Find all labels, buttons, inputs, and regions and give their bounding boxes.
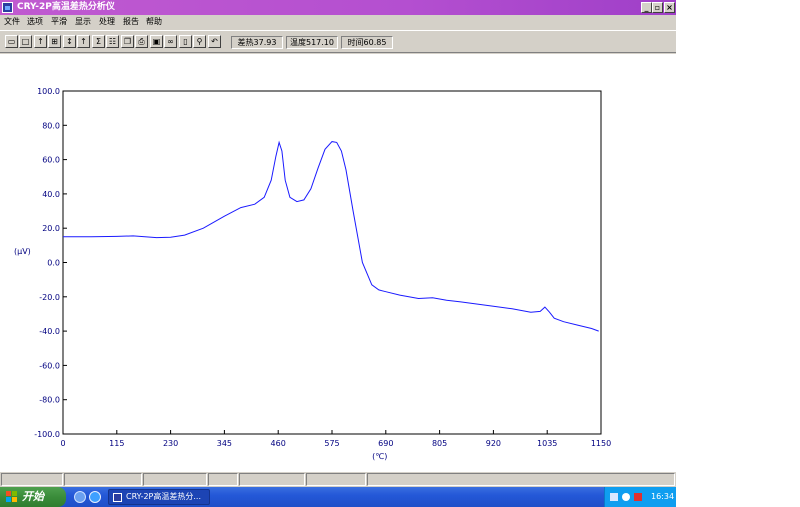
menu-help[interactable]: 帮助 — [146, 16, 162, 28]
y-tick-label: 80.0 — [42, 121, 60, 130]
arrow-up-alt-icon[interactable]: ↑ — [77, 35, 90, 48]
x-tick-label: 575 — [324, 439, 339, 448]
status-panel — [1, 473, 63, 486]
save-icon[interactable]: ▣ — [150, 35, 163, 48]
grid-icon[interactable]: ☷ — [106, 35, 119, 48]
status-panel — [239, 473, 305, 486]
binoculars-icon[interactable]: ∞ — [164, 35, 177, 48]
diff-heat-readout: 差热37.93 — [231, 36, 283, 49]
window-title: CRY-2P高温差热分析仪 — [17, 2, 115, 12]
status-panel — [306, 473, 366, 486]
menu-report[interactable]: 报告 — [123, 16, 139, 28]
network-icon[interactable] — [610, 493, 618, 501]
x-tick-label: 690 — [378, 439, 393, 448]
start-button[interactable]: 开始 — [0, 487, 66, 507]
y-tick-label: -40.0 — [39, 327, 60, 336]
minimize-button[interactable]: _ — [641, 2, 652, 13]
app-icon[interactable] — [2, 2, 13, 13]
x-tick-label: 0 — [60, 439, 65, 448]
x-axis-label: (℃) — [372, 452, 387, 461]
taskbar: 开始 CRY-2P高温差热分... 16:34 — [0, 487, 676, 507]
y-tick-label: -20.0 — [39, 293, 60, 302]
close-button[interactable]: × — [664, 2, 675, 13]
menu-options[interactable]: 选项 — [27, 16, 43, 28]
undo-icon[interactable]: ↶ — [208, 35, 221, 48]
open-folder-icon[interactable]: ▭ — [5, 35, 18, 48]
x-tick-label: 115 — [109, 439, 124, 448]
arrow-up-down-icon[interactable]: ↕ — [63, 35, 76, 48]
volume-icon[interactable] — [622, 493, 630, 501]
clock: 16:34 — [651, 492, 675, 501]
y-tick-label: 60.0 — [42, 156, 60, 165]
y-tick-label: -100.0 — [34, 430, 60, 439]
x-tick-label: 805 — [432, 439, 447, 448]
system-tray: 16:34 — [604, 487, 676, 507]
x-tick-label: 460 — [271, 439, 286, 448]
status-panel — [64, 473, 142, 486]
x-tick-label: 345 — [217, 439, 232, 448]
window-icon[interactable]: □ — [19, 35, 32, 48]
print-icon[interactable]: ⎙ — [135, 35, 148, 48]
restore-button[interactable]: ▫ — [652, 2, 663, 13]
x-tick-label: 920 — [486, 439, 501, 448]
status-bar — [0, 472, 676, 487]
status-panel — [143, 473, 207, 486]
y-tick-label: 100.0 — [37, 87, 60, 96]
security-alert-icon[interactable] — [634, 493, 642, 501]
chart-icon[interactable]: ⊞ — [48, 35, 61, 48]
windows-logo-icon — [6, 491, 17, 502]
time-readout: 时间60.85 — [341, 36, 393, 49]
y-tick-label: -80.0 — [39, 396, 60, 405]
copy-icon[interactable]: ❐ — [121, 35, 134, 48]
sigma-icon[interactable]: Σ — [92, 35, 105, 48]
x-tick-label: 1035 — [537, 439, 557, 448]
zoom-icon[interactable]: ⚲ — [193, 35, 206, 48]
y-tick-label: -60.0 — [39, 361, 60, 370]
x-tick-label: 230 — [163, 439, 178, 448]
menu-smooth[interactable]: 平滑 — [51, 16, 67, 28]
arrow-up-icon[interactable]: ↑ — [34, 35, 47, 48]
y-axis-label: (μV) — [14, 247, 31, 256]
app-icon — [113, 493, 122, 502]
x-tick-label: 1150 — [591, 439, 611, 448]
menu-process[interactable]: 处理 — [99, 16, 115, 28]
page-icon[interactable]: ▯ — [179, 35, 192, 48]
start-label: 开始 — [22, 490, 44, 503]
menu-display[interactable]: 显示 — [75, 16, 91, 28]
dta-chart: 100.0 80.0 60.0 40.0 20.0 0.0 -20.0 -40.0 -60.0 -… — [14, 87, 611, 461]
status-panel — [208, 473, 238, 486]
menu-file[interactable]: 文件 — [4, 16, 20, 28]
temperature-readout: 温度517.10 — [286, 36, 338, 49]
title-bar[interactable]: CRY-2P高温差热分析仪 _ ▫ × — [0, 0, 676, 15]
y-tick-label: 40.0 — [42, 190, 60, 199]
quick-launch-icon[interactable] — [74, 491, 86, 503]
internet-explorer-icon[interactable] — [89, 491, 101, 503]
taskbar-window-button[interactable]: CRY-2P高温差热分... — [108, 489, 210, 505]
y-tick-label: 20.0 — [42, 224, 60, 233]
plot-area: 100.0 80.0 60.0 40.0 20.0 0.0 -20.0 -40.0 -60.0 -… — [0, 54, 676, 472]
y-tick-label: 0.0 — [47, 259, 60, 268]
status-panel — [367, 473, 675, 486]
application-window: CRY-2P高温差热分析仪 _ ▫ × 文件 选项 平滑 显示 处理 报告 帮助… — [0, 0, 676, 487]
toolbar: ▭ □ ↑ ⊞ ↕ ↑ Σ ☷ ❐ ⎙ ▣ ∞ ▯ ⚲ ↶ 差热37.93 温度… — [0, 30, 676, 53]
plot-frame — [62, 90, 602, 435]
menu-bar: 文件 选项 平滑 显示 处理 报告 帮助 — [0, 15, 676, 29]
taskbar-window-label: CRY-2P高温差热分... — [126, 492, 201, 501]
